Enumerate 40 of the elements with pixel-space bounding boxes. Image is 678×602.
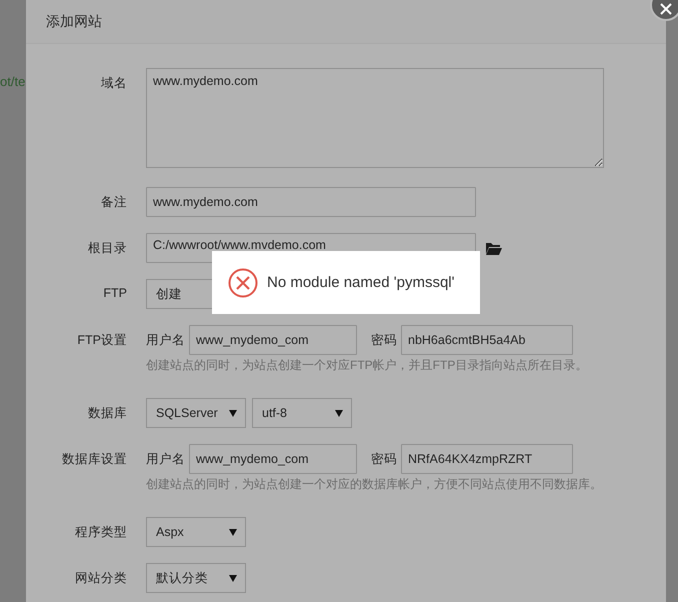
dropdown[interactable]: SQLServer (146, 398, 246, 428)
field-label: 数据库设置 (62, 451, 127, 468)
path-text: ot/te (0, 73, 26, 91)
password-label: 密码 (371, 332, 397, 348)
username-input[interactable]: www_mydemo_com (189, 444, 357, 474)
dropdown-value: Aspx (156, 525, 184, 539)
field-label: 网站分类 (75, 570, 127, 587)
caret-icon (335, 410, 343, 416)
text-input[interactable]: www.mydemo.com (146, 187, 476, 217)
field-label: 域名 (101, 75, 127, 92)
close-icon (660, 3, 672, 15)
dropdown-value: SQLServer (156, 406, 218, 420)
field-label: 数据库 (88, 405, 127, 422)
error-icon (228, 268, 258, 298)
password-input[interactable]: nbH6a6cmtBH5a4Ab (401, 325, 573, 355)
password-input[interactable]: NRfA64KX4zmpRZRT (401, 444, 573, 474)
caret-icon (229, 528, 237, 536)
password-label: 密码 (371, 450, 397, 468)
username-label: 用户名 (146, 450, 185, 468)
domain-textarea[interactable]: www.mydemo.com (146, 68, 604, 168)
dropdown-value: 默认分类 (156, 570, 208, 586)
dropdown-value: 创建 (156, 286, 182, 302)
dialog-title: 添加网站 (46, 12, 102, 30)
hint-text: 创建站点的同时，为站点创建一个对应FTP帐户，并且FTP目录指向站点所在目录。 (146, 357, 588, 374)
dropdown[interactable]: Aspx (146, 517, 246, 547)
dropdown[interactable]: utf-8 (252, 398, 352, 428)
dropdown[interactable]: 默认分类 (146, 563, 246, 593)
username-input[interactable]: www_mydemo_com (189, 325, 357, 355)
field-label: 根目录 (88, 240, 127, 257)
hint-text: 创建站点的同时，为站点创建一个对应的数据库帐户，方便不同站点使用不同数据库。 (146, 476, 602, 493)
field-label: 备注 (101, 194, 127, 211)
field-label: FTP设置 (77, 332, 127, 349)
field-label: FTP (103, 286, 127, 300)
field-label: 程序类型 (75, 524, 127, 541)
folder-icon[interactable] (486, 242, 502, 254)
toast-message: No module named 'pymssql' (267, 274, 454, 291)
caret-icon (229, 574, 237, 582)
caret-icon (229, 410, 237, 416)
username-label: 用户名 (146, 332, 185, 348)
dropdown-value: utf-8 (262, 406, 288, 420)
